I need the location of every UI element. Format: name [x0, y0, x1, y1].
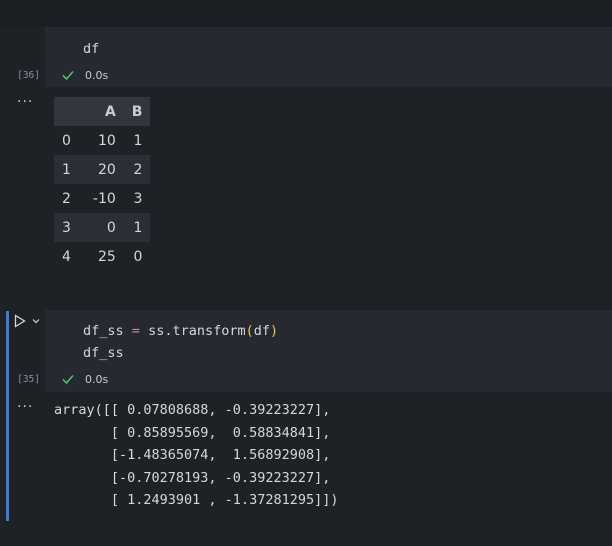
- dataframe-row-index: 3: [54, 213, 85, 242]
- dataframe-row: 3 0 1: [54, 213, 151, 242]
- dataframe-cell: 20: [84, 155, 124, 184]
- code-line-2: df_ss: [83, 345, 124, 361]
- dataframe-header-row: A B: [54, 97, 151, 126]
- dataframe-row: 0 10 1: [54, 126, 150, 155]
- play-icon[interactable]: [14, 314, 26, 328]
- run-cell-button[interactable]: [14, 313, 44, 329]
- active-cell-indicator: [6, 311, 9, 521]
- dataframe-row-index: 2: [62, 190, 71, 207]
- code-token-arg: df: [253, 323, 271, 339]
- dataframe-row-index: 1: [54, 155, 85, 184]
- notebook-page: df 0.0s [36] ··· A B 0 10 1 1 20 2 2 -10…: [0, 0, 612, 546]
- cell-1-execution-count: [36]: [17, 70, 40, 81]
- dataframe-cell: 2: [123, 155, 151, 184]
- code-cell-2-source[interactable]: df_ss = ss.transform(df) df_ss: [83, 320, 278, 364]
- cell-2-output-more-icon[interactable]: ···: [17, 399, 33, 415]
- code-cell-1[interactable]: df 0.0s: [45, 27, 612, 87]
- dataframe-row: 2 -10 3: [54, 184, 150, 213]
- dataframe-index-header: [54, 97, 85, 126]
- dataframe-cell: 1: [123, 213, 151, 242]
- dataframe-column-header: B: [123, 97, 151, 126]
- dataframe-cell: 3: [133, 190, 143, 207]
- code-token-operator: =: [131, 323, 140, 339]
- dataframe-row-index: 4: [62, 248, 71, 265]
- dataframe-row: 4 25 0: [54, 242, 150, 271]
- dataframe-cell: 1: [133, 132, 143, 149]
- dataframe-cell: 25: [97, 248, 116, 265]
- code-token-paren: (: [245, 323, 254, 339]
- dataframe-cell: 10: [97, 132, 116, 149]
- success-check-icon: [62, 374, 74, 385]
- code-cell-1-source[interactable]: df: [83, 38, 99, 60]
- code-token-paren: ): [270, 323, 279, 339]
- dataframe-output: A B 0 10 1 1 20 2 2 -10 3 3 0 1 4 25 0: [54, 97, 151, 271]
- cell-1-exec-time: 0.0s: [85, 68, 109, 82]
- dataframe-cell: 0: [84, 213, 124, 242]
- success-check-icon: [62, 70, 74, 81]
- cell-1-status: 0.0s: [61, 68, 108, 82]
- cell-2-execution-count: [35]: [17, 374, 40, 385]
- array-output-line: [-1.48365074, 1.56892908],: [54, 447, 331, 463]
- cell-2-exec-time: 0.0s: [85, 372, 109, 386]
- chevron-down-icon[interactable]: [31, 316, 41, 326]
- dataframe-cell: 0: [133, 248, 143, 265]
- dataframe-column-header: A: [84, 97, 124, 126]
- code-token-variable: df_ss: [83, 323, 124, 339]
- array-output: array([[ 0.07808688, -0.39223227], [ 0.8…: [54, 399, 338, 512]
- top-bar: [0, 0, 612, 27]
- array-output-line: [ 1.2493901 , -1.37281295]]): [54, 492, 339, 508]
- dataframe-cell: -10: [92, 190, 116, 207]
- cell-1-output-more-icon[interactable]: ···: [17, 94, 33, 110]
- array-output-line: [ 0.85895569, 0.58834841],: [54, 424, 331, 441]
- cell-2-status: 0.0s: [61, 372, 108, 386]
- dataframe-row-index: 0: [62, 132, 71, 149]
- dataframe-row: 1 20 2: [54, 155, 151, 184]
- array-output-line: [-0.70278193, -0.39223227],: [54, 469, 331, 486]
- code-cell-2[interactable]: df_ss = ss.transform(df) df_ss 0.0s: [45, 310, 612, 392]
- array-output-line: array([[ 0.07808688, -0.39223227],: [54, 402, 331, 418]
- code-token-call: ss.transform: [148, 323, 246, 339]
